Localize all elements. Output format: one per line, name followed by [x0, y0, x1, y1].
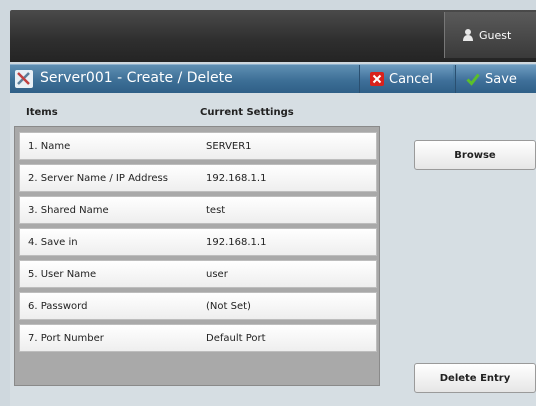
table-row[interactable]: 4. Save in 192.168.1.1 [19, 228, 377, 256]
x-icon [370, 72, 384, 86]
row-label: 2. Server Name / IP Address [28, 173, 168, 184]
settings-table: 1. Name SERVER1 2. Server Name / IP Addr… [14, 126, 380, 386]
row-value: 192.168.1.1 [206, 237, 267, 248]
row-label: 6. Password [28, 301, 88, 312]
settings-panel: Items Current Settings 1. Name SERVER1 2… [10, 93, 536, 406]
row-value: (Not Set) [206, 301, 251, 312]
column-header-items: Items [26, 107, 58, 118]
guest-label: Guest [479, 28, 512, 42]
cancel-button[interactable]: Cancel [359, 65, 453, 93]
save-label: Save [485, 71, 517, 87]
table-row[interactable]: 1. Name SERVER1 [19, 132, 377, 160]
checkmark-icon [466, 73, 480, 86]
save-button[interactable]: Save [455, 65, 536, 93]
table-row[interactable]: 7. Port Number Default Port [19, 324, 377, 352]
page-title: Server001 - Create / Delete [40, 70, 233, 86]
row-label: 5. User Name [28, 269, 97, 280]
row-value: SERVER1 [206, 141, 252, 152]
table-row[interactable]: 3. Shared Name test [19, 196, 377, 224]
row-label: 1. Name [28, 141, 71, 152]
row-label: 7. Port Number [28, 333, 104, 344]
row-label: 3. Shared Name [28, 205, 109, 216]
row-value: Default Port [206, 333, 266, 344]
row-value: test [206, 205, 226, 216]
column-header-current-settings: Current Settings [200, 107, 294, 118]
row-value: 192.168.1.1 [206, 173, 267, 184]
browse-button[interactable]: Browse [414, 140, 536, 170]
table-row[interactable]: 2. Server Name / IP Address 192.168.1.1 [19, 164, 377, 192]
guest-button[interactable]: Guest [444, 12, 536, 58]
browse-label: Browse [454, 149, 496, 161]
tools-icon [15, 70, 33, 88]
table-row[interactable]: 6. Password (Not Set) [19, 292, 377, 320]
user-icon [463, 29, 473, 41]
cancel-label: Cancel [389, 71, 434, 87]
row-value: user [206, 269, 228, 280]
delete-entry-label: Delete Entry [439, 372, 511, 384]
title-bar: Server001 - Create / Delete Cancel Save [10, 64, 536, 93]
table-row[interactable]: 5. User Name user [19, 260, 377, 288]
row-label: 4. Save in [28, 237, 78, 248]
delete-entry-button[interactable]: Delete Entry [414, 363, 536, 393]
